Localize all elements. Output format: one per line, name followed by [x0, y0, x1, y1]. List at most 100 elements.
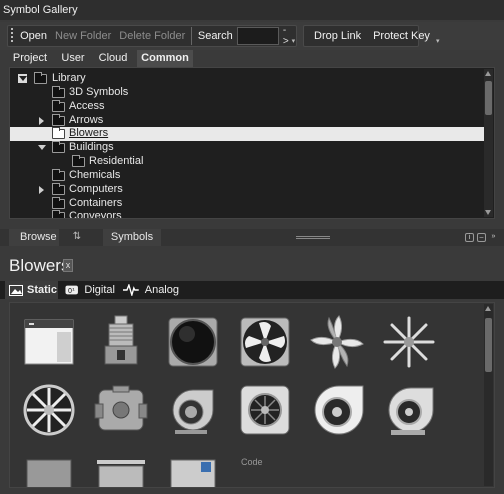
tab-digital[interactable]: 0¹ Digital	[65, 281, 115, 299]
symbol-grid-scrollbar[interactable]	[484, 304, 493, 486]
library-tabs: Project User Cloud Common	[0, 50, 504, 67]
collapse-icon[interactable]	[37, 143, 46, 152]
info-icon[interactable]: i	[465, 233, 474, 242]
blower-symbol[interactable]	[380, 381, 438, 439]
tree-item-containers[interactable]: Containers	[10, 197, 485, 211]
tree-item-label: Library	[52, 72, 86, 84]
blower-symbol[interactable]	[236, 381, 294, 439]
folder-icon	[34, 72, 47, 84]
collapse-icon[interactable]	[18, 74, 27, 83]
tab-browse[interactable]: Browse	[9, 229, 59, 246]
toolbar: Open New Folder Delete Folder Search -> …	[0, 22, 504, 50]
scroll-down-icon[interactable]	[485, 210, 491, 215]
search-go-button[interactable]: ->	[283, 25, 289, 47]
tree-item-arrows[interactable]: Arrows	[10, 114, 485, 128]
tree-item-blowers[interactable]: Blowers	[10, 127, 485, 141]
tab-analog[interactable]: Analog	[123, 281, 179, 299]
folder-icon	[52, 169, 65, 181]
splitter-grip-icon[interactable]	[296, 236, 330, 239]
minimize-icon[interactable]: –	[477, 233, 486, 242]
tree-item-label: Containers	[69, 197, 123, 209]
tree-item-label: Chemicals	[69, 169, 121, 181]
tab-analog-label: Analog	[144, 284, 179, 296]
folder-icon	[52, 86, 65, 98]
tree-item-label: 3D Symbols	[69, 86, 129, 98]
tree-item-residential[interactable]: Residential	[10, 155, 485, 169]
centrifugal-blower-symbol-icon	[388, 387, 434, 435]
symbol-grid: Code	[9, 302, 495, 488]
blower-symbol[interactable]	[308, 313, 366, 371]
tree-item-label: Buildings	[69, 141, 114, 153]
folder-icon	[52, 197, 65, 209]
tree-item-conveyors[interactable]: Conveyors	[10, 210, 485, 218]
tree-item-chemicals[interactable]: Chemicals	[10, 169, 485, 183]
blower-symbol-partial-icon	[97, 460, 145, 487]
svg-text:0¹: 0¹	[68, 287, 75, 295]
scroll-up-icon[interactable]	[485, 306, 491, 311]
tree-item-label: Residential	[89, 155, 144, 167]
blower-symbol[interactable]	[164, 381, 222, 439]
tab-cloud[interactable]: Cloud	[95, 50, 131, 67]
tab-symbols[interactable]: Symbols	[103, 229, 161, 246]
blower-symbol[interactable]	[164, 449, 222, 487]
tree-item-computers[interactable]: Computers	[10, 183, 485, 197]
blower-symbol-partial-icon	[170, 459, 216, 487]
blower-symbol[interactable]	[20, 381, 78, 439]
centrifugal-blower-symbol-icon	[172, 389, 214, 434]
collapse-panel-icon[interactable]: »	[489, 233, 498, 242]
toolbar-overflow-icon[interactable]: ▾	[291, 27, 296, 45]
folder-icon	[52, 141, 65, 153]
toolbar-overflow-icon[interactable]: ▾	[436, 27, 440, 45]
image-icon	[9, 284, 23, 296]
expand-icon[interactable]	[37, 185, 46, 194]
blower-round-symbol-icon	[168, 317, 218, 367]
gallery-title: Blowers	[9, 256, 70, 275]
blower-motor-symbol-icon	[104, 315, 138, 365]
tab-static[interactable]: Static	[5, 281, 58, 299]
toolbar-main-group: Open New Folder Delete Folder Search -> …	[7, 25, 297, 47]
blower-symbol[interactable]	[92, 449, 150, 487]
close-gallery-button[interactable]: x	[63, 259, 73, 272]
analog-wave-icon	[123, 284, 139, 296]
blower-symbol[interactable]	[308, 381, 366, 439]
blower-symbol[interactable]	[92, 313, 150, 371]
sort-icon[interactable]: ⇅	[65, 229, 89, 246]
blower-symbol-partial-icon	[26, 459, 72, 487]
spoked-fan-symbol-icon	[23, 384, 75, 436]
digital-icon: 0¹	[65, 285, 78, 295]
folder-icon	[52, 100, 65, 112]
folder-icon	[52, 127, 65, 139]
scroll-up-icon[interactable]	[485, 71, 491, 76]
tree-item-buildings[interactable]: Buildings	[10, 141, 485, 155]
toolbar-separator	[191, 27, 192, 45]
protect-key-button[interactable]: Protect Key	[369, 30, 434, 42]
expand-icon[interactable]	[37, 116, 46, 125]
starburst-fan-symbol-icon	[383, 316, 435, 368]
blower-symbol[interactable]	[20, 313, 78, 371]
panel-bar: Browse ⇅ Symbols i – »	[0, 229, 504, 246]
open-button[interactable]: Open	[16, 30, 51, 42]
drop-link-button[interactable]: Drop Link	[310, 30, 365, 42]
blower-symbol[interactable]	[92, 381, 150, 439]
blower-symbol[interactable]	[236, 313, 294, 371]
centrifugal-blower-symbol-icon	[314, 385, 364, 435]
folder-icon	[52, 114, 65, 126]
tree-scrollbar[interactable]	[484, 69, 493, 217]
blower-symbol[interactable]	[164, 313, 222, 371]
tree-item-access[interactable]: Access	[10, 100, 485, 114]
tree-item-library[interactable]: Library	[10, 72, 485, 86]
blower-symbol[interactable]	[380, 313, 438, 371]
scrollbar-thumb[interactable]	[485, 81, 492, 115]
scrollbar-thumb[interactable]	[485, 318, 492, 372]
tab-common[interactable]: Common	[137, 50, 193, 67]
tree-item-3d-symbols[interactable]: 3D Symbols	[10, 86, 485, 100]
toolbar-link-group: Drop Link Protect Key ▾	[303, 25, 439, 47]
delete-folder-button[interactable]: Delete Folder	[115, 30, 189, 42]
new-folder-button[interactable]: New Folder	[51, 30, 115, 42]
search-input[interactable]	[236, 27, 279, 45]
tab-user[interactable]: User	[55, 50, 91, 67]
tab-project[interactable]: Project	[8, 50, 52, 67]
tree-item-label: Arrows	[69, 114, 104, 126]
toolbar-grip-icon[interactable]	[11, 28, 14, 44]
blower-symbol[interactable]	[20, 449, 78, 487]
